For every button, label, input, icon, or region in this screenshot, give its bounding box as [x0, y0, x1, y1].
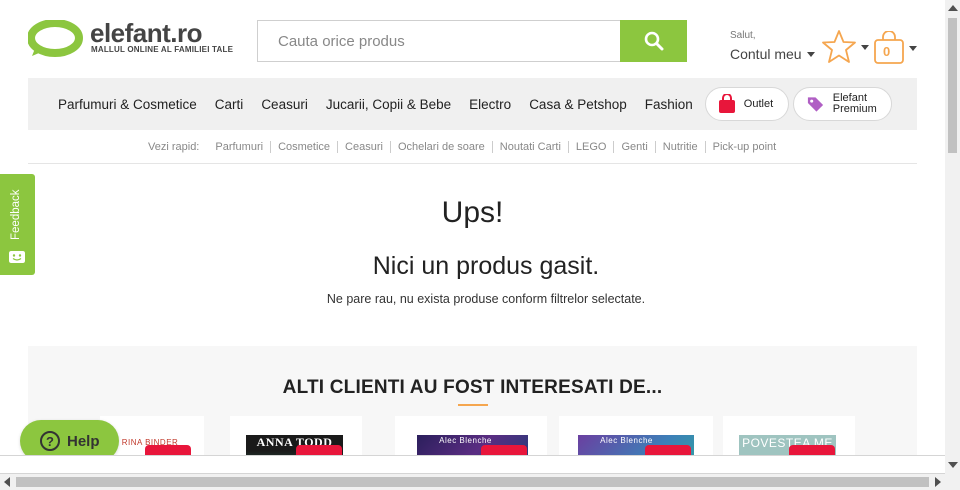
account-link[interactable]: Contul meu: [730, 46, 815, 62]
nav-item-electro[interactable]: Electro: [469, 97, 511, 112]
scroll-up-icon[interactable]: [948, 5, 958, 11]
quick-link-genti[interactable]: Genti: [613, 141, 654, 153]
logo-tagline: MALLUL ONLINE AL FAMILIEI TALE: [91, 45, 234, 54]
favorites-button[interactable]: [820, 28, 870, 66]
help-label: Help: [67, 432, 100, 450]
recommendations-section: ALTI CLIENTI AU FOST INTERESATI DE... RI…: [28, 346, 917, 456]
premium-label-line2: Premium: [832, 103, 877, 115]
outlet-button[interactable]: Outlet: [704, 87, 789, 121]
nav-item-fashion[interactable]: Fashion: [645, 97, 693, 112]
site-logo[interactable]: elefant.ro MALLUL ONLINE AL FAMILIEI TAL…: [28, 18, 238, 60]
empty-state-message: Ne pare rau, nu exista produse conform f…: [326, 292, 646, 306]
scroll-right-icon[interactable]: [935, 477, 941, 487]
bottom-notification-bar: [0, 455, 945, 474]
quick-link-lego[interactable]: LEGO: [567, 141, 614, 153]
account-greeting: Salut,: [730, 30, 756, 41]
nav-item-parfumuri-cosmetice[interactable]: Parfumuri & Cosmetice: [58, 97, 197, 112]
quick-links: Vezi rapid: Parfumuri Cosmetice Ceasuri …: [148, 141, 783, 153]
feedback-smiley-icon: [9, 251, 25, 263]
feedback-tab[interactable]: Feedback: [0, 174, 35, 275]
vertical-scroll-thumb[interactable]: [948, 18, 957, 153]
search-icon: [644, 31, 663, 51]
scroll-left-icon[interactable]: [4, 477, 10, 487]
search-button[interactable]: [620, 20, 687, 62]
empty-state-subheading: Nici un produs gasit.: [372, 252, 600, 280]
divider: [28, 163, 917, 164]
nav-item-jucarii-copii-bebe[interactable]: Jucarii, Copii & Bebe: [326, 97, 451, 112]
cart-button[interactable]: 0: [873, 30, 923, 66]
main-nav: Parfumuri & Cosmetice Carti Ceasuri Juca…: [28, 78, 917, 130]
empty-state-heading: Ups!: [441, 196, 504, 229]
site-header: elefant.ro MALLUL ONLINE AL FAMILIEI TAL…: [0, 0, 945, 80]
chevron-down-icon: [861, 44, 869, 50]
quick-link-noutati-carti[interactable]: Noutati Carti: [491, 141, 568, 153]
quick-link-parfumuri[interactable]: Parfumuri: [215, 141, 270, 153]
cover-title: Alec Blenche: [439, 436, 492, 445]
search-bar: [257, 20, 687, 62]
quick-link-ochelari-de-soare[interactable]: Ochelari de soare: [389, 141, 492, 153]
feedback-label: Feedback: [10, 189, 22, 240]
premium-button[interactable]: Elefant Premium: [792, 87, 892, 121]
vertical-scrollbar[interactable]: [945, 0, 960, 490]
horizontal-scrollbar[interactable]: [0, 474, 945, 490]
chevron-down-icon: [806, 51, 815, 57]
quick-link-pick-up-point[interactable]: Pick-up point: [704, 141, 784, 153]
question-icon: ?: [40, 431, 60, 451]
scroll-down-icon[interactable]: [948, 462, 958, 468]
nav-item-casa-petshop[interactable]: Casa & Petshop: [529, 97, 627, 112]
elephant-logo-icon: [28, 20, 83, 57]
premium-tag-icon: [807, 97, 823, 112]
product-card[interactable]: Alec Blenche: [559, 416, 713, 456]
quick-link-ceasuri[interactable]: Ceasuri: [337, 141, 390, 153]
quick-link-cosmetice[interactable]: Cosmetice: [270, 141, 337, 153]
product-card[interactable]: ANNA TODD: [230, 416, 362, 456]
nav-item-ceasuri[interactable]: Ceasuri: [261, 97, 308, 112]
horizontal-scroll-thumb[interactable]: [16, 477, 929, 487]
quick-links-title: Vezi rapid:: [148, 141, 200, 153]
account-menu: Salut, Contul meu: [730, 30, 815, 62]
outlet-label: Outlet: [743, 97, 774, 110]
account-link-label: Contul meu: [730, 46, 802, 62]
star-icon: [822, 30, 856, 63]
nav-item-carti[interactable]: Carti: [215, 97, 244, 112]
cart-count: 0: [883, 44, 891, 59]
title-underline: [458, 404, 488, 406]
cover-title: Alec Blenche: [600, 436, 653, 445]
recommendations-title: ALTI CLIENTI AU FOST INTERESATI DE...: [282, 377, 663, 398]
search-input[interactable]: [257, 20, 621, 62]
product-card[interactable]: Alec Blenche: [395, 416, 547, 456]
quick-link-nutritie[interactable]: Nutritie: [654, 141, 705, 153]
outlet-bag-icon: [718, 94, 735, 113]
product-card[interactable]: POVESTEA ME: [723, 416, 855, 456]
premium-label: Elefant Premium: [833, 93, 877, 115]
chevron-down-icon: [909, 45, 917, 51]
